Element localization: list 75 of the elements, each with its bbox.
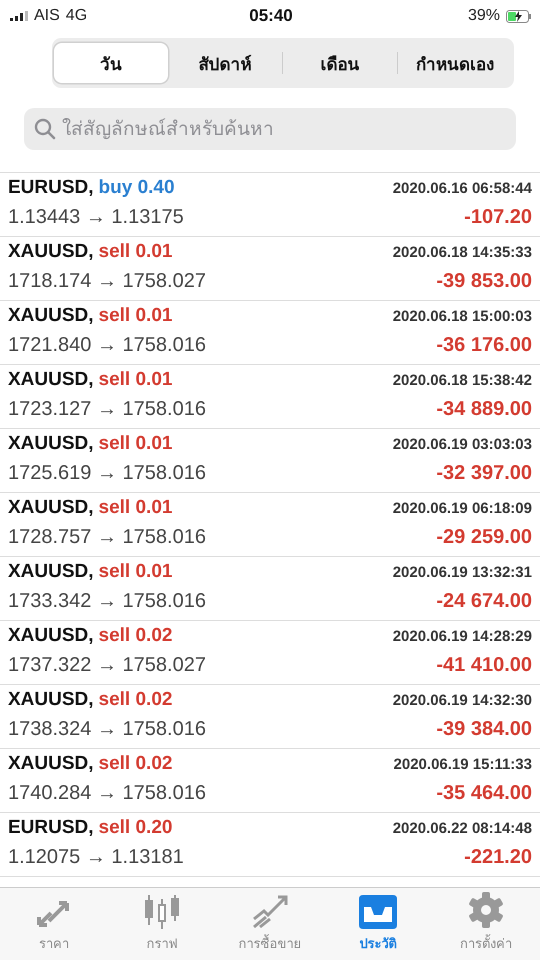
price-range: 1740.284 → 1758.016 [8, 782, 206, 805]
trade-time: 2020.06.19 13:32:31 [392, 564, 532, 581]
order-type: buy 0.40 [98, 177, 175, 198]
profit: -39 853.00 [436, 270, 532, 293]
signal-icon [10, 11, 28, 21]
period-tab[interactable]: วัน [54, 43, 168, 83]
trade-time: 2020.06.18 15:38:42 [392, 372, 532, 389]
trade-time: 2020.06.18 15:00:03 [392, 308, 532, 325]
order-type: sell 0.01 [98, 497, 172, 518]
profit: -107.20 [464, 206, 532, 229]
trade-time: 2020.06.16 06:58:44 [392, 180, 532, 197]
profit: -41 410.00 [436, 654, 532, 677]
price-range: 1725.619 → 1758.016 [8, 462, 206, 485]
price-range: 1737.322 → 1758.027 [8, 654, 206, 677]
symbol: XAUUSD, [8, 305, 94, 326]
profit: -29 259.00 [436, 526, 532, 549]
trade-time: 2020.06.18 14:35:33 [392, 244, 532, 261]
profit: -35 464.00 [436, 782, 532, 805]
profit: -36 176.00 [436, 334, 532, 357]
order-type: sell 0.20 [98, 817, 172, 838]
nav-tab[interactable]: การซื้อขาย [216, 888, 324, 960]
carrier: AIS [34, 7, 60, 25]
order-type: sell 0.01 [98, 305, 172, 326]
trade-time: 2020.06.19 06:18:09 [392, 500, 532, 517]
battery-percent: 39% [468, 7, 500, 25]
nav-tab[interactable]: การตั้งค่า [432, 888, 540, 960]
price-range: 1721.840 → 1758.016 [8, 334, 206, 357]
order-type: sell 0.01 [98, 241, 172, 262]
price-range: 1.13443 → 1.13175 [8, 206, 184, 229]
symbol: EURUSD, [8, 817, 94, 838]
price-range: 1738.324 → 1758.016 [8, 718, 206, 741]
order-type: sell 0.02 [98, 625, 172, 646]
symbol: XAUUSD, [8, 497, 94, 518]
profit: -34 889.00 [436, 398, 532, 421]
trade-time: 2020.06.19 14:28:29 [392, 628, 532, 645]
profit: -32 397.00 [436, 462, 532, 485]
nav-tab[interactable]: ราคา [0, 888, 108, 960]
trade-time: 2020.06.19 15:11:33 [394, 756, 532, 773]
symbol: XAUUSD, [8, 433, 94, 454]
price-range: 1728.757 → 1758.016 [8, 526, 206, 549]
order-type: sell 0.01 [98, 369, 172, 390]
symbol: XAUUSD, [8, 561, 94, 582]
nav-tab[interactable]: กราฟ [108, 888, 216, 960]
symbol: XAUUSD, [8, 369, 94, 390]
order-type: sell 0.02 [98, 753, 172, 774]
price-range: 1718.174 → 1758.027 [8, 270, 206, 293]
search-icon [34, 118, 56, 140]
price-range: 1723.127 → 1758.016 [8, 398, 206, 421]
candlestick-icon [143, 893, 181, 929]
trade-time: 2020.06.19 03:03:03 [392, 436, 532, 453]
price-range: 1733.342 → 1758.016 [8, 590, 206, 613]
symbol: XAUUSD, [8, 689, 94, 710]
period-tab[interactable]: เดือน [283, 43, 397, 83]
profit: -221.20 [464, 846, 532, 869]
order-type: sell 0.01 [98, 433, 172, 454]
trade-time: 2020.06.19 14:32:30 [392, 692, 532, 709]
symbol: EURUSD, [8, 177, 94, 198]
symbol: XAUUSD, [8, 241, 94, 262]
settings-icon [467, 891, 505, 929]
profit: -24 674.00 [436, 590, 532, 613]
period-tab[interactable]: สัปดาห์ [168, 43, 282, 83]
price-range: 1.12075 → 1.13181 [8, 846, 184, 869]
inbox-icon [359, 895, 397, 929]
order-type: sell 0.02 [98, 689, 172, 710]
period-tab[interactable]: กำหนดเอง [398, 43, 512, 83]
trade-time: 2020.06.22 08:14:48 [392, 820, 532, 837]
network-type: 4G [66, 7, 88, 25]
symbol: XAUUSD, [8, 625, 94, 646]
profit: -39 384.00 [436, 718, 532, 741]
order-type: sell 0.01 [98, 561, 172, 582]
trend-arrow-icon [250, 893, 290, 929]
nav-tab[interactable]: ประวัติ [324, 888, 432, 960]
clock: 05:40 [249, 6, 293, 26]
symbol: XAUUSD, [8, 753, 94, 774]
search-field[interactable]: ใส่สัญลักษณ์สำหรับค้นหา [24, 108, 516, 150]
